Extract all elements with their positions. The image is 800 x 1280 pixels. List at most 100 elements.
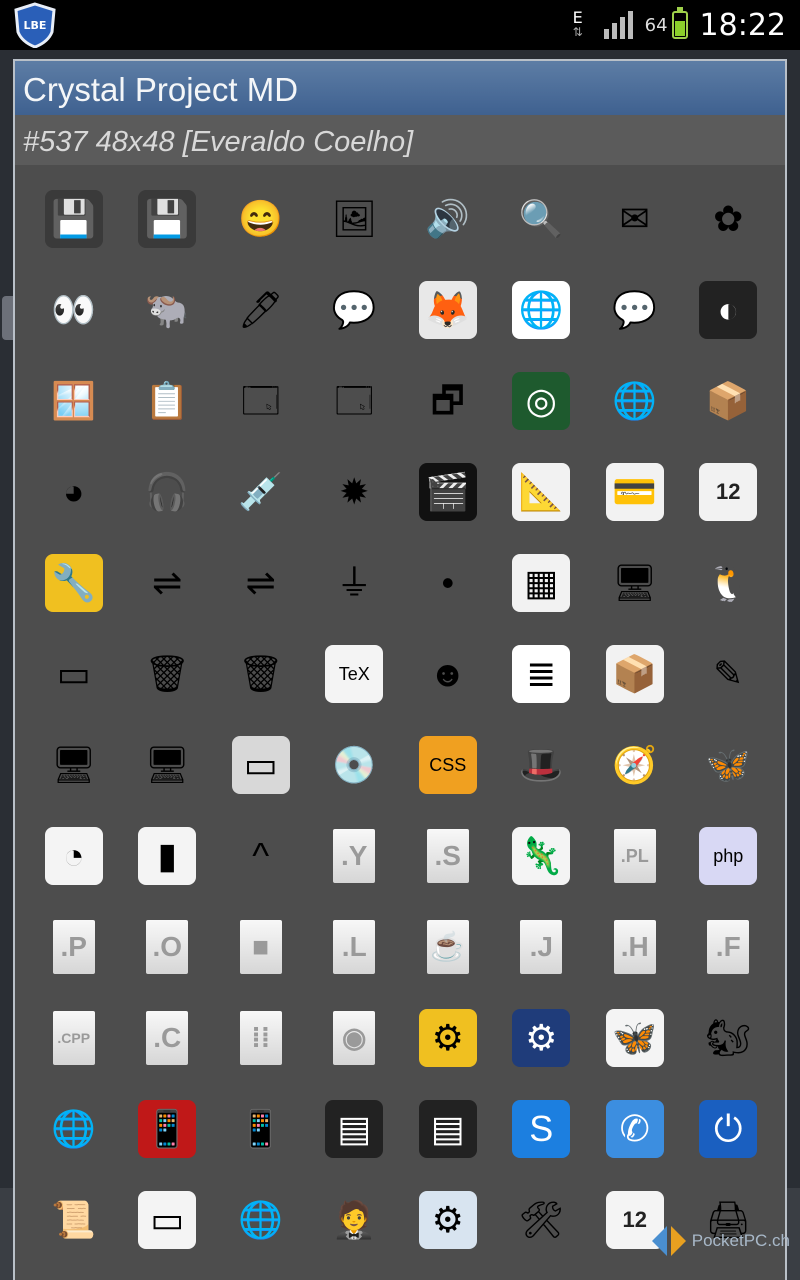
audio-file-icon[interactable]: ◉ <box>333 1010 376 1065</box>
gnu-icon[interactable]: 🐃 <box>138 281 196 339</box>
icon-cell[interactable]: ☕ <box>401 901 495 992</box>
mail-envelope-icon[interactable]: ✉ <box>606 190 664 248</box>
virus-icon[interactable]: ✹ <box>325 463 383 521</box>
spreadsheet-document-icon[interactable]: ▦ <box>512 553 571 612</box>
icon-cell[interactable]: .J <box>495 901 589 992</box>
skype-icon[interactable]: S <box>512 1099 571 1158</box>
icon-cell[interactable]: .S <box>401 810 495 901</box>
text-document-icon[interactable]: ≣ <box>512 644 571 703</box>
windows-wine-icon[interactable]: 🪟 <box>45 372 103 430</box>
icon-cell[interactable]: ✉ <box>588 173 682 264</box>
icon-cell[interactable]: ◔ <box>27 810 121 901</box>
usb-stick-icon[interactable]: ⇌ <box>138 554 196 612</box>
red-cellphone-icon[interactable]: 📱 <box>138 1099 197 1158</box>
gnome-icon[interactable]: ◐ <box>699 280 758 339</box>
radar-icon[interactable]: ◎ <box>512 371 571 430</box>
icon-cell[interactable]: 12 <box>682 446 776 537</box>
gimp-icon[interactable]: 🦊 <box>418 280 477 339</box>
icon-cell[interactable]: 🐃 <box>121 264 215 355</box>
icon-cell[interactable]: 💿 <box>308 719 402 810</box>
trash-empty-icon[interactable]: 🗑 <box>232 645 290 703</box>
icon-cell[interactable]: ▦ <box>495 537 589 628</box>
drawing-document-icon[interactable]: 📐 <box>512 462 571 521</box>
icon-cell[interactable]: ◎ <box>495 355 589 446</box>
tux-penguin-icon[interactable]: 🐧 <box>699 554 757 612</box>
icon-cell[interactable]: ☻ <box>401 628 495 719</box>
calendar-12-icon[interactable]: 12 <box>699 462 758 521</box>
yellow-gear-icon[interactable]: ⚙ <box>418 1008 477 1067</box>
magic-hat-icon[interactable]: 🎩 <box>512 736 570 794</box>
icon-cell[interactable]: ⏻ <box>682 1083 776 1174</box>
icon-cell[interactable]: .O <box>121 901 215 992</box>
icon-cell[interactable]: 🌐 <box>588 355 682 446</box>
phone-call-icon[interactable]: ✆ <box>605 1099 664 1158</box>
c-file-icon[interactable]: .C <box>146 1010 189 1065</box>
mobile-phone-icon[interactable]: 📱 <box>232 1100 290 1158</box>
desktop-computer-icon[interactable]: 🖥 <box>45 736 103 794</box>
icon-cell[interactable]: ⇌ <box>214 537 308 628</box>
icon-cell[interactable]: 🔊 <box>401 173 495 264</box>
icon-cell[interactable]: • <box>401 537 495 628</box>
usb-stick-mounted-icon[interactable]: ⇌ <box>232 554 290 612</box>
butterfly-icon[interactable]: 🦋 <box>699 736 757 794</box>
icon-cell[interactable]: 🎬 <box>401 446 495 537</box>
icon-cell[interactable]: 🐧 <box>682 537 776 628</box>
icon-cell[interactable]: 🎩 <box>495 719 589 810</box>
icon-cell[interactable]: 💾 <box>27 173 121 264</box>
pie-chart-icon[interactable]: ◕ <box>45 463 103 521</box>
xfig-icon[interactable]: ✿ <box>699 190 757 248</box>
f-file-icon[interactable]: .F <box>707 919 750 974</box>
y-file-icon[interactable]: .Y <box>333 828 376 883</box>
icon-cell[interactable]: 🗗 <box>401 355 495 446</box>
power-button-icon[interactable]: ⏻ <box>699 1099 758 1158</box>
cardboard-box-icon[interactable]: 📦 <box>605 644 664 703</box>
bar-chart-icon[interactable]: ▮ <box>138 826 197 885</box>
icon-cell[interactable]: 🖥 <box>121 719 215 810</box>
sd-card-mounted-icon[interactable]: ▤ <box>418 1099 477 1158</box>
icon-cell[interactable]: ⚙ <box>401 1174 495 1265</box>
cpp-file-icon[interactable]: .CPP <box>52 1010 95 1065</box>
icon-cell[interactable]: ⏚ <box>308 537 402 628</box>
icon-cell[interactable]: 🗑 <box>121 628 215 719</box>
icon-cell[interactable]: 🖊 <box>214 264 308 355</box>
icon-cell[interactable]: 💉 <box>214 446 308 537</box>
icon-cell[interactable]: 🤵 <box>308 1174 402 1265</box>
web-document-icon[interactable]: 🌐 <box>512 280 571 339</box>
monitor-icon[interactable]: 🖥 <box>606 554 664 612</box>
icon-cell[interactable]: 🌐 <box>27 1083 121 1174</box>
binary-file-icon[interactable]: ⁞⁞ <box>239 1010 282 1065</box>
icon-cell[interactable]: S <box>495 1083 589 1174</box>
kde-install-cd-icon[interactable]: 💿 <box>325 736 383 794</box>
spreadsheet-chart-icon[interactable]: ◔ <box>44 826 103 885</box>
icon-cell[interactable]: ^ <box>214 810 308 901</box>
icon-cell[interactable]: ⁞⁞ <box>214 992 308 1083</box>
icon-cell[interactable]: .L <box>308 901 402 992</box>
chat-bubble-icon[interactable]: 💬 <box>606 281 664 339</box>
j-file-icon[interactable]: .J <box>520 919 563 974</box>
icon-cell[interactable]: ✿ <box>682 173 776 264</box>
icon-cell[interactable]: ▭ <box>214 719 308 810</box>
icon-cell[interactable]: .F <box>682 901 776 992</box>
zip-floppy-icon[interactable]: 💾 <box>44 189 103 248</box>
penguin-chat-icon[interactable]: 💬 <box>325 281 383 339</box>
kde-chevron-icon[interactable]: ^ <box>232 827 290 885</box>
system-settings-icon[interactable]: ⚙ <box>418 1190 477 1249</box>
icon-cell[interactable]: CSS <box>401 719 495 810</box>
icon-cell[interactable]: .PL <box>588 810 682 901</box>
icon-cell[interactable]: 🦊 <box>401 264 495 355</box>
icon-cell[interactable]: ▮ <box>121 810 215 901</box>
icon-cell[interactable]: ▭ <box>27 628 121 719</box>
icon-cell[interactable]: ≣ <box>495 628 589 719</box>
icon-cell[interactable]: 🖥 <box>588 537 682 628</box>
icon-cell[interactable]: 👀 <box>27 264 121 355</box>
icon-cell[interactable]: 🌐 <box>495 264 589 355</box>
icon-cell[interactable]: ◐ <box>682 264 776 355</box>
blueprint-compass-icon[interactable]: 🧭 <box>606 736 664 794</box>
icon-cell[interactable]: 📱 <box>121 1083 215 1174</box>
icon-cell[interactable]: ▤ <box>401 1083 495 1174</box>
crash-dummy-icon[interactable]: ☻ <box>419 645 477 703</box>
trash-full-icon[interactable]: 🗑 <box>138 645 196 703</box>
icon-cell[interactable]: 📦 <box>682 355 776 446</box>
icon-cell[interactable]: TeX <box>308 628 402 719</box>
icon-cell[interactable]: 🛠 <box>495 1174 589 1265</box>
